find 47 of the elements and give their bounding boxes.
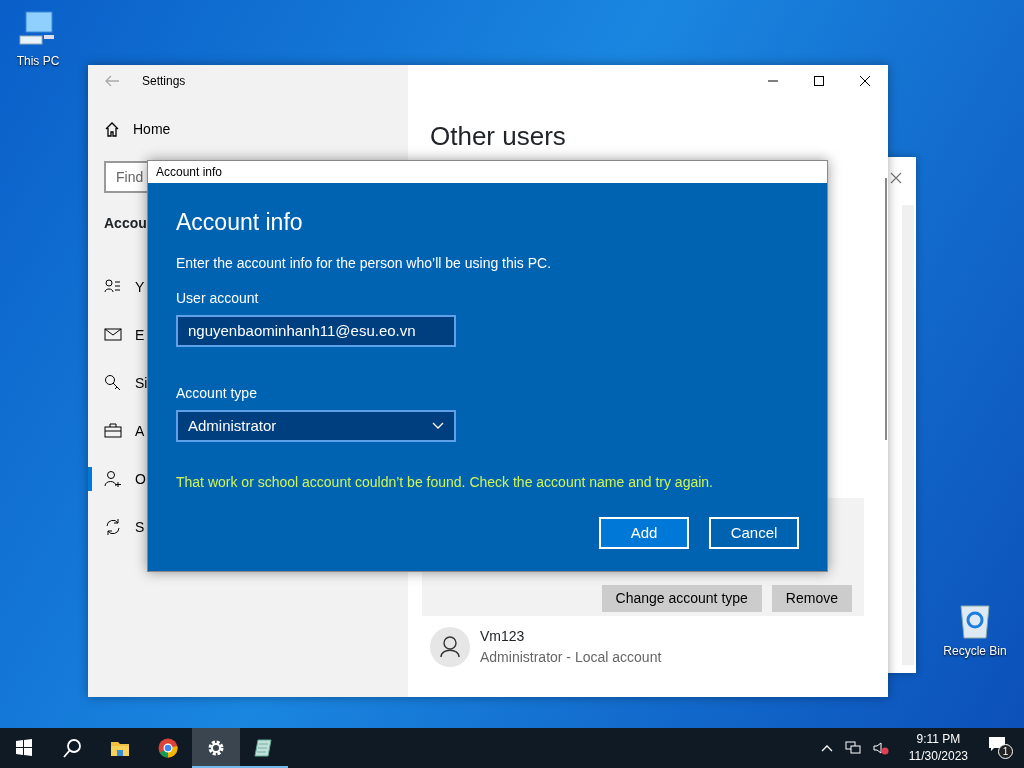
maximize-icon[interactable] [813, 75, 825, 87]
card-button[interactable]: Change account type [601, 585, 762, 613]
user-account-field[interactable]: nguyenbaominhanh11@esu.eo.vn [176, 315, 456, 347]
start-icon[interactable] [14, 738, 34, 758]
home-link[interactable]: Home [133, 118, 171, 140]
window-title: Settings [142, 73, 186, 90]
sidebar-item[interactable]: A [135, 420, 145, 442]
sidebar-item[interactable]: E [135, 324, 145, 346]
page-title: Other users [430, 121, 566, 153]
field-label: Account type [176, 384, 258, 403]
briefcase-icon[interactable] [104, 422, 122, 440]
dialog-heading: Account info [176, 207, 304, 237]
network-icon[interactable] [844, 741, 861, 755]
sync-icon[interactable] [104, 518, 122, 536]
search-icon[interactable] [62, 738, 82, 758]
notification-count: 1 [998, 744, 1013, 759]
sidebar-item[interactable]: Si [135, 372, 148, 394]
taskbar-button[interactable] [192, 728, 240, 768]
sidebar-item[interactable]: S [135, 516, 145, 538]
chevron-down-icon [432, 422, 444, 430]
user-name[interactable]: Vm123 [480, 626, 662, 648]
user-detail: Administrator - Local account [480, 648, 662, 668]
cancel-button[interactable]: Cancel [709, 517, 799, 549]
dialog-title: Account info [156, 163, 223, 181]
card-button[interactable]: Remove [771, 585, 852, 613]
field-label: User account [176, 289, 260, 308]
account-type-dropdown[interactable]: Administrator [176, 410, 456, 442]
chevron-up-icon[interactable] [820, 744, 833, 752]
icon-label[interactable]: This PC [16, 52, 60, 70]
volume-muted-icon[interactable] [872, 741, 889, 755]
avatar-icon[interactable] [430, 627, 470, 668]
scrollbar[interactable] [885, 178, 887, 440]
clock[interactable]: 9:11 PM 11/30/2023 [900, 731, 976, 765]
sidebar-item[interactable]: Y [135, 276, 145, 298]
browser-icon[interactable] [158, 738, 178, 758]
icon-label[interactable]: Recycle Bin [943, 642, 1007, 660]
dialog-description: Enter the account info for the person who’ll be using this PC. [176, 254, 553, 273]
add-button[interactable]: Add [599, 517, 689, 549]
notepad-icon[interactable] [254, 738, 274, 758]
close-icon[interactable] [859, 75, 871, 87]
home-icon[interactable] [104, 121, 120, 137]
gear-icon[interactable] [206, 738, 226, 758]
mail-icon[interactable] [104, 326, 122, 344]
error-message: That work or school account couldn’t be found. Check the account name and try again. [176, 473, 714, 492]
sidebar-item[interactable]: O [135, 468, 146, 490]
person-add-icon[interactable] [104, 470, 122, 488]
section-heading: Accou [104, 214, 147, 233]
